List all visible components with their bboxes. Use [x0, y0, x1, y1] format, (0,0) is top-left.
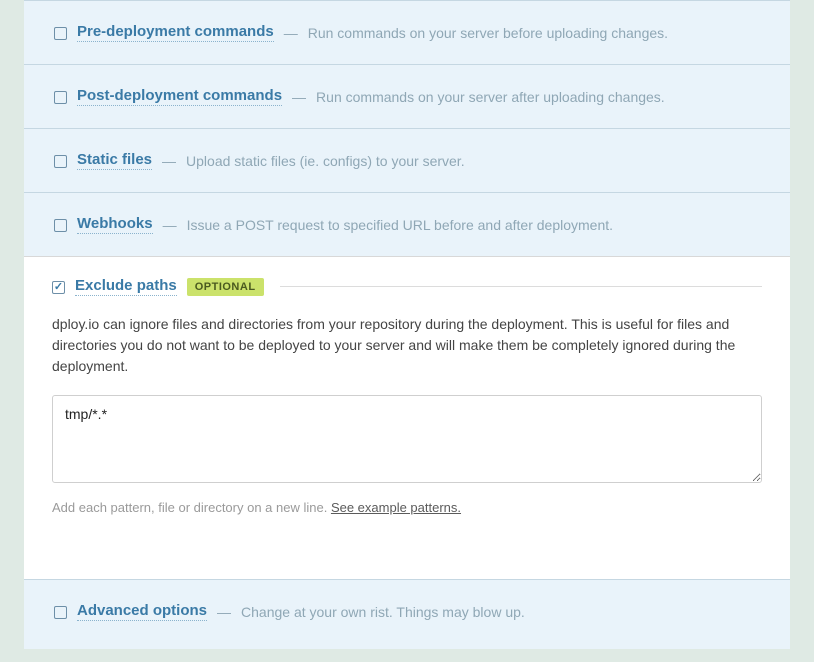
- section-webhooks: Webhooks — Issue a POST request to speci…: [24, 192, 790, 256]
- title-advanced-options[interactable]: Advanced options: [77, 602, 207, 621]
- separator: —: [163, 217, 177, 233]
- exclude-paths-help: Add each pattern, file or directory on a…: [52, 500, 762, 515]
- exclude-paths-description: dploy.io can ignore files and directorie…: [52, 314, 762, 377]
- badge-optional: OPTIONAL: [187, 278, 264, 296]
- checkbox-exclude-paths[interactable]: [52, 281, 65, 294]
- title-pre-deployment[interactable]: Pre-deployment commands: [77, 23, 274, 42]
- checkbox-advanced-options[interactable]: [54, 606, 67, 619]
- section-pre-deployment: Pre-deployment commands — Run commands o…: [24, 0, 790, 64]
- exclude-paths-textarea[interactable]: [52, 395, 762, 483]
- section-gap: [24, 545, 790, 579]
- section-exclude-paths: Exclude paths OPTIONAL dploy.io can igno…: [24, 256, 790, 545]
- desc-static-files: Upload static files (ie. configs) to you…: [186, 153, 465, 169]
- deployment-settings-panel: Pre-deployment commands — Run commands o…: [0, 0, 814, 649]
- checkbox-webhooks[interactable]: [54, 219, 67, 232]
- checkbox-static-files[interactable]: [54, 155, 67, 168]
- divider-line: [280, 286, 762, 287]
- title-webhooks[interactable]: Webhooks: [77, 215, 153, 234]
- title-static-files[interactable]: Static files: [77, 151, 152, 170]
- separator: —: [217, 604, 231, 620]
- separator: —: [292, 89, 306, 105]
- desc-advanced-options: Change at your own rist. Things may blow…: [241, 604, 525, 620]
- bottom-gap: [24, 643, 790, 649]
- checkbox-post-deployment[interactable]: [54, 91, 67, 104]
- example-patterns-link[interactable]: See example patterns.: [331, 500, 461, 515]
- desc-pre-deployment: Run commands on your server before uploa…: [308, 25, 668, 41]
- separator: —: [162, 153, 176, 169]
- section-static-files: Static files — Upload static files (ie. …: [24, 128, 790, 192]
- help-prefix: Add each pattern, file or directory on a…: [52, 500, 331, 515]
- section-post-deployment: Post-deployment commands — Run commands …: [24, 64, 790, 128]
- separator: —: [284, 25, 298, 41]
- title-exclude-paths[interactable]: Exclude paths: [75, 277, 177, 296]
- desc-post-deployment: Run commands on your server after upload…: [316, 89, 665, 105]
- checkbox-pre-deployment[interactable]: [54, 27, 67, 40]
- desc-webhooks: Issue a POST request to specified URL be…: [187, 217, 613, 233]
- title-post-deployment[interactable]: Post-deployment commands: [77, 87, 282, 106]
- section-advanced-options: Advanced options — Change at your own ri…: [24, 579, 790, 643]
